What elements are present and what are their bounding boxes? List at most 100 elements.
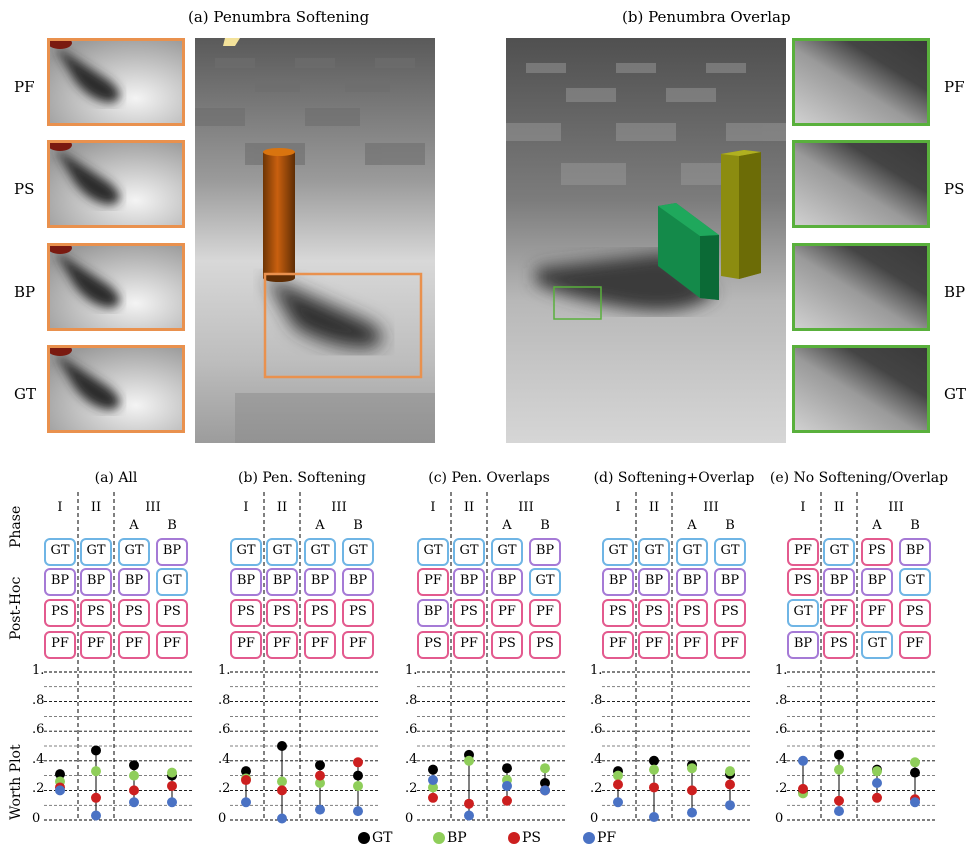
label-worth-plot: Worth Plot [8, 744, 24, 820]
data-point-bp [613, 770, 623, 781]
data-point-gt [129, 760, 139, 771]
post-hoc-cell: GT [829, 543, 849, 558]
data-point-ps [834, 795, 844, 806]
y-tick-label: .2 [775, 781, 788, 797]
data-point-ps [464, 798, 474, 809]
thumb-left-pf [47, 38, 185, 126]
post-hoc-cell: BP [720, 573, 740, 588]
y-tick-label: .2 [32, 781, 45, 797]
data-point-gt [277, 741, 287, 751]
post-hoc-cell: GT [720, 543, 740, 558]
post-hoc-cell: PF [273, 636, 291, 651]
post-hoc-cell: GT [682, 543, 702, 558]
post-hoc-cell: PF [498, 604, 516, 619]
post-hoc-cell: PS [683, 604, 701, 619]
post-hoc-cell: GT [310, 543, 330, 558]
data-point-bp [649, 764, 659, 775]
data-point-ps [613, 779, 623, 790]
y-tick-label: 0 [405, 811, 414, 826]
y-tick-label: .6 [405, 722, 418, 738]
data-point-pf [277, 813, 287, 824]
y-tick-label: .4 [32, 751, 45, 767]
data-point-gt [834, 749, 844, 760]
post-hoc-cell: PS [273, 604, 291, 619]
legend-label-gt: GT [372, 830, 393, 846]
y-tick-label: .6 [590, 722, 603, 738]
post-hoc-cell: PS [721, 604, 739, 619]
post-hoc-cell: BP [644, 573, 664, 588]
post-hoc-cell: GT [348, 543, 368, 558]
post-hoc-cell: GT [867, 636, 887, 651]
data-point-bp [540, 763, 550, 774]
row-label-ps-right: PS [944, 180, 965, 198]
post-hoc-cell: GT [535, 573, 555, 588]
thumb-left-bp [47, 243, 185, 331]
data-point-pf [872, 778, 882, 788]
title-penumbra-overlap: (b) Penumbra Overlap [622, 8, 791, 26]
post-hoc-cell: PF [906, 636, 924, 651]
y-tick-label: .6 [218, 722, 231, 738]
panel-graphics [602, 492, 750, 823]
y-tick-label: 0 [218, 811, 227, 826]
post-hoc-cell: PF [125, 636, 143, 651]
thumb-left-ps [47, 140, 185, 228]
thumb-right-ps [792, 140, 930, 228]
data-point-gt [649, 755, 659, 766]
label-phase: Phase [8, 505, 24, 548]
data-point-ps [687, 785, 697, 796]
y-tick-label: 1. [32, 663, 45, 678]
post-hoc-cell: BP [829, 573, 849, 588]
post-hoc-cell: PF [237, 636, 255, 651]
y-tick-label: 0 [775, 811, 784, 826]
data-point-bp [91, 766, 101, 777]
y-tick-label: 0 [590, 811, 599, 826]
data-point-ps [315, 770, 325, 781]
post-hoc-cell: BP [867, 573, 887, 588]
data-point-pf [315, 804, 325, 815]
label-post-hoc: Post-Hoc [8, 576, 24, 640]
y-tick-label: 1. [405, 663, 418, 678]
data-point-bp [725, 766, 735, 777]
post-hoc-cell: PS [830, 636, 848, 651]
data-point-bp [834, 764, 844, 775]
post-hoc-cell: PS [906, 604, 924, 619]
data-point-ps [167, 780, 177, 791]
y-tick-label: .8 [218, 692, 231, 708]
post-hoc-cell: PS [645, 604, 663, 619]
y-tick-label: .4 [218, 751, 231, 767]
post-hoc-cell: PF [424, 573, 442, 588]
y-tick-label: 1. [218, 663, 231, 678]
post-hoc-cell: GT [459, 543, 479, 558]
post-hoc-cell: GT [50, 543, 70, 558]
data-point-bp [687, 763, 697, 774]
post-hoc-cell: BP [162, 543, 182, 558]
post-hoc-cell: GT [86, 543, 106, 558]
data-point-pf [91, 810, 101, 821]
data-point-pf [687, 807, 697, 818]
post-hoc-cell: GT [644, 543, 664, 558]
post-hoc-cell: BP [272, 573, 292, 588]
title-penumbra-softening: (a) Penumbra Softening [188, 8, 370, 26]
post-hoc-cell: BP [608, 573, 628, 588]
post-hoc-cell: PF [645, 636, 663, 651]
data-point-gt [353, 770, 363, 781]
post-hoc-cell: BP [86, 573, 106, 588]
post-hoc-cell: PS [498, 636, 516, 651]
data-point-bp [872, 766, 882, 777]
y-tick-label: .6 [32, 722, 45, 738]
panel-title: (c) Pen. Overlaps [428, 470, 550, 486]
data-point-pf [613, 797, 623, 808]
y-tick-label: 1. [590, 663, 603, 678]
post-hoc-cell: PF [868, 604, 886, 619]
post-hoc-cell: BP [348, 573, 368, 588]
post-hoc-cell: PF [794, 543, 812, 558]
thumb-right-gt [792, 345, 930, 433]
panel-graphics [417, 492, 565, 821]
post-hoc-cell: BP [124, 573, 144, 588]
post-hoc-cell: BP [905, 543, 925, 558]
post-hoc-cell: BP [459, 573, 479, 588]
data-point-pf [464, 810, 474, 821]
post-hoc-cell: PS [609, 604, 627, 619]
data-point-pf [167, 797, 177, 808]
data-point-pf [129, 797, 139, 808]
